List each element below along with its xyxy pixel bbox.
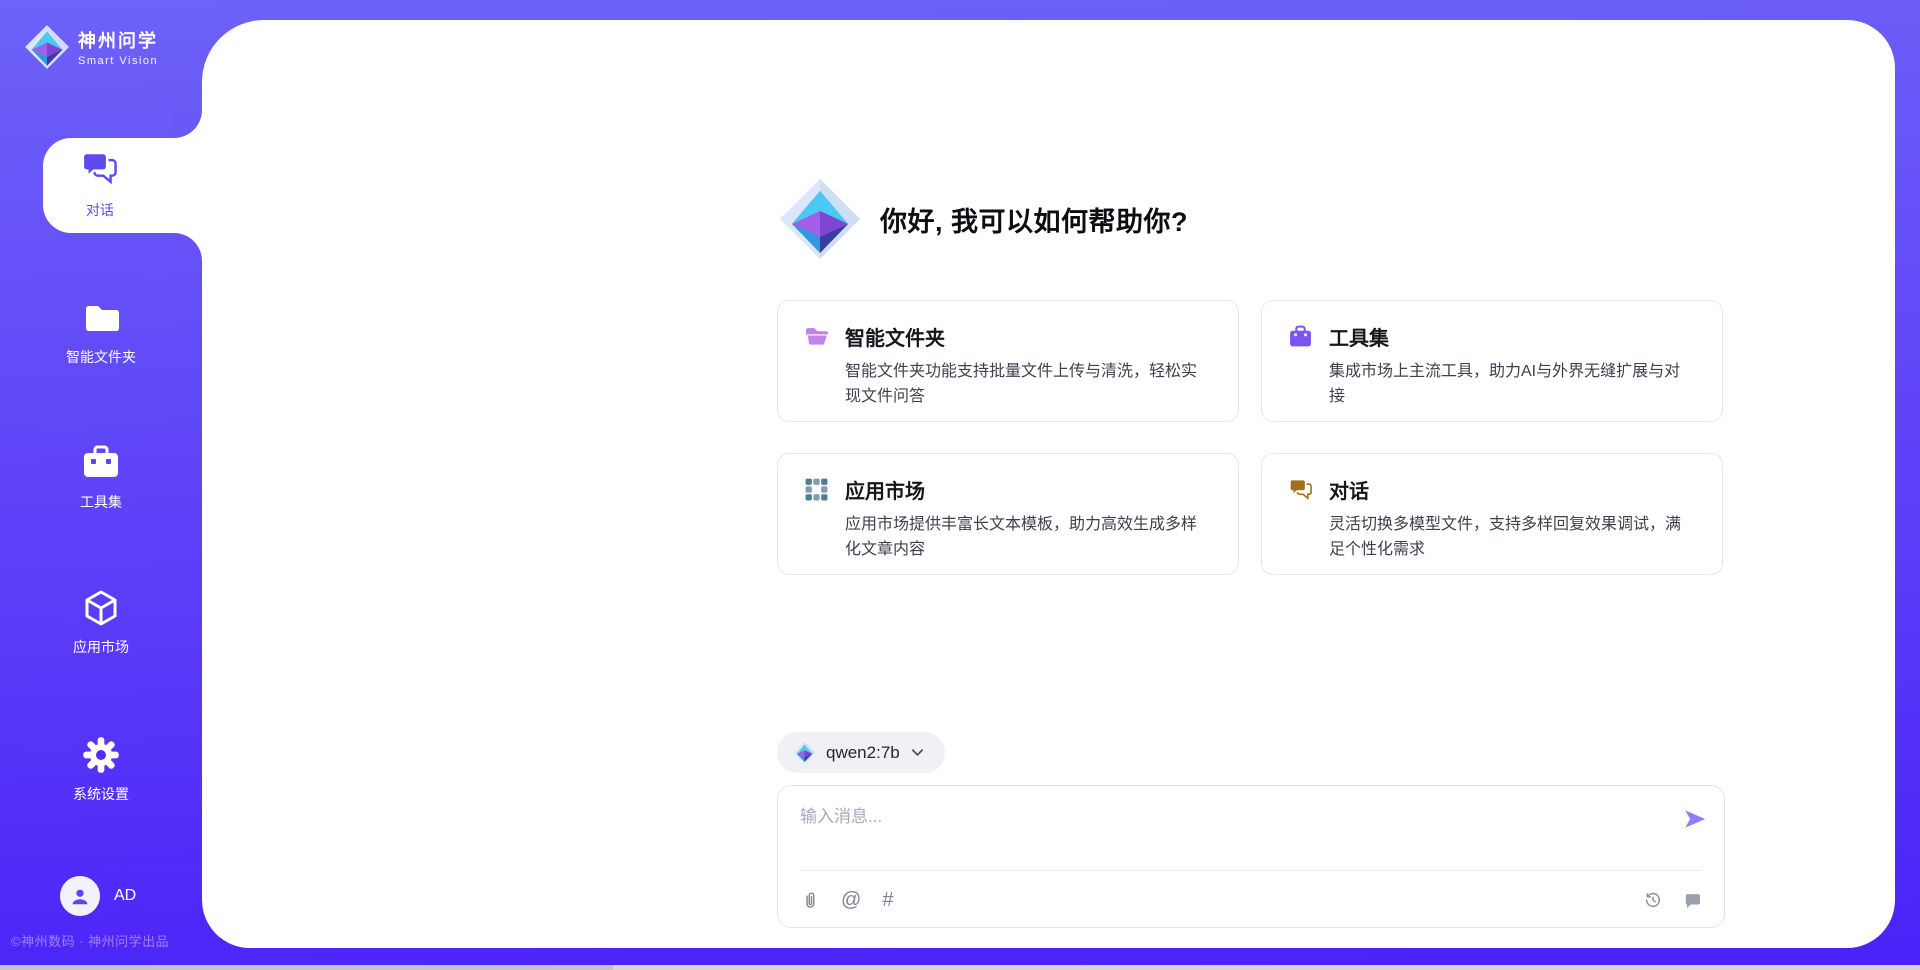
tab-curve-top xyxy=(174,110,202,138)
card-app-market[interactable]: 应用市场 应用市场提供丰富长文本模板，助力高效生成多样化文章内容 xyxy=(777,453,1239,575)
mention-icon[interactable]: @ xyxy=(841,890,861,910)
folder-icon xyxy=(81,298,121,338)
sidebar-item-label: 智能文件夹 xyxy=(66,347,136,367)
sidebar-item-toolset[interactable]: 工具集 xyxy=(0,443,202,512)
chat-icon xyxy=(80,149,120,189)
card-description: 智能文件夹功能支持批量文件上传与清洗，轻松实现文件问答 xyxy=(845,360,1212,410)
cube-icon xyxy=(81,588,121,628)
user-account[interactable]: AD xyxy=(60,876,136,916)
greeting-title: 你好, 我可以如何帮助你? xyxy=(880,200,1188,239)
sidebar-item-settings[interactable]: 系统设置 xyxy=(0,735,202,804)
brand-diamond-icon xyxy=(24,24,70,70)
sidebar-item-chat[interactable]: 对话 xyxy=(43,138,210,233)
grid-icon xyxy=(804,475,830,553)
card-smart-folder[interactable]: 智能文件夹 智能文件夹功能支持批量文件上传与清洗，轻松实现文件问答 xyxy=(777,300,1239,422)
card-title: 对话 xyxy=(1329,475,1696,504)
hashtag-icon[interactable]: # xyxy=(882,890,893,910)
gear-icon xyxy=(81,735,121,775)
copyright-text: ©神州数码 · 神州问学出品 xyxy=(11,931,169,950)
attachment-icon[interactable] xyxy=(800,890,820,910)
composer-divider xyxy=(800,870,1702,871)
avatar xyxy=(60,876,100,916)
card-description: 应用市场提供丰富长文本模板，助力高效生成多样化文章内容 xyxy=(845,513,1212,563)
sidebar-item-label: 工具集 xyxy=(80,492,122,512)
horizontal-scrollbar[interactable] xyxy=(0,965,1920,970)
card-chat[interactable]: 对话 灵活切换多模型文件，支持多样回复效果调试，满足个性化需求 xyxy=(1261,453,1723,575)
send-icon[interactable] xyxy=(1682,806,1708,832)
card-description: 灵活切换多模型文件，支持多样回复效果调试，满足个性化需求 xyxy=(1329,513,1696,563)
main-content-panel: 你好, 我可以如何帮助你? 智能文件夹 智能文件夹功能支持批量文件上传与清洗，轻… xyxy=(202,20,1895,948)
brand-title: 神州问学 xyxy=(78,27,158,53)
brand-subtitle: Smart Vision xyxy=(78,55,158,67)
sidebar-item-label: 应用市场 xyxy=(73,637,129,657)
sidebar-item-smart-folder[interactable]: 智能文件夹 xyxy=(0,298,202,367)
card-title: 应用市场 xyxy=(845,475,1212,504)
tab-curve-bottom xyxy=(174,233,202,261)
chat-icon xyxy=(1288,475,1314,553)
message-composer: @ # xyxy=(777,785,1725,928)
greeting-block: 你好, 我可以如何帮助你? xyxy=(778,177,1188,261)
card-title: 智能文件夹 xyxy=(845,322,1212,351)
folder-open-icon xyxy=(804,322,830,400)
model-diamond-icon xyxy=(793,741,816,764)
chevron-down-icon xyxy=(910,745,925,760)
scrollbar-thumb[interactable] xyxy=(0,965,613,970)
user-initials: AD xyxy=(114,887,136,905)
sidebar-item-label: 对话 xyxy=(43,200,157,220)
model-selector[interactable]: qwen2:7b xyxy=(777,732,945,773)
brand-diamond-icon xyxy=(778,177,862,261)
sidebar-item-app-market[interactable]: 应用市场 xyxy=(0,588,202,657)
toolbox-icon xyxy=(81,443,121,483)
sidebar-item-label: 系统设置 xyxy=(73,784,129,804)
toolbox-icon xyxy=(1288,322,1314,400)
message-input[interactable] xyxy=(800,802,1660,860)
history-icon[interactable] xyxy=(1643,890,1663,910)
chat-bubble-icon[interactable] xyxy=(1683,891,1702,910)
feature-cards: 智能文件夹 智能文件夹功能支持批量文件上传与清洗，轻松实现文件问答 工具集 集成… xyxy=(777,300,1723,575)
card-description: 集成市场上主流工具，助力AI与外界无缝扩展与对接 xyxy=(1329,360,1696,410)
app-logo: 神州问学 Smart Vision xyxy=(24,24,158,70)
card-toolset[interactable]: 工具集 集成市场上主流工具，助力AI与外界无缝扩展与对接 xyxy=(1261,300,1723,422)
card-title: 工具集 xyxy=(1329,322,1696,351)
model-name: qwen2:7b xyxy=(826,743,900,763)
